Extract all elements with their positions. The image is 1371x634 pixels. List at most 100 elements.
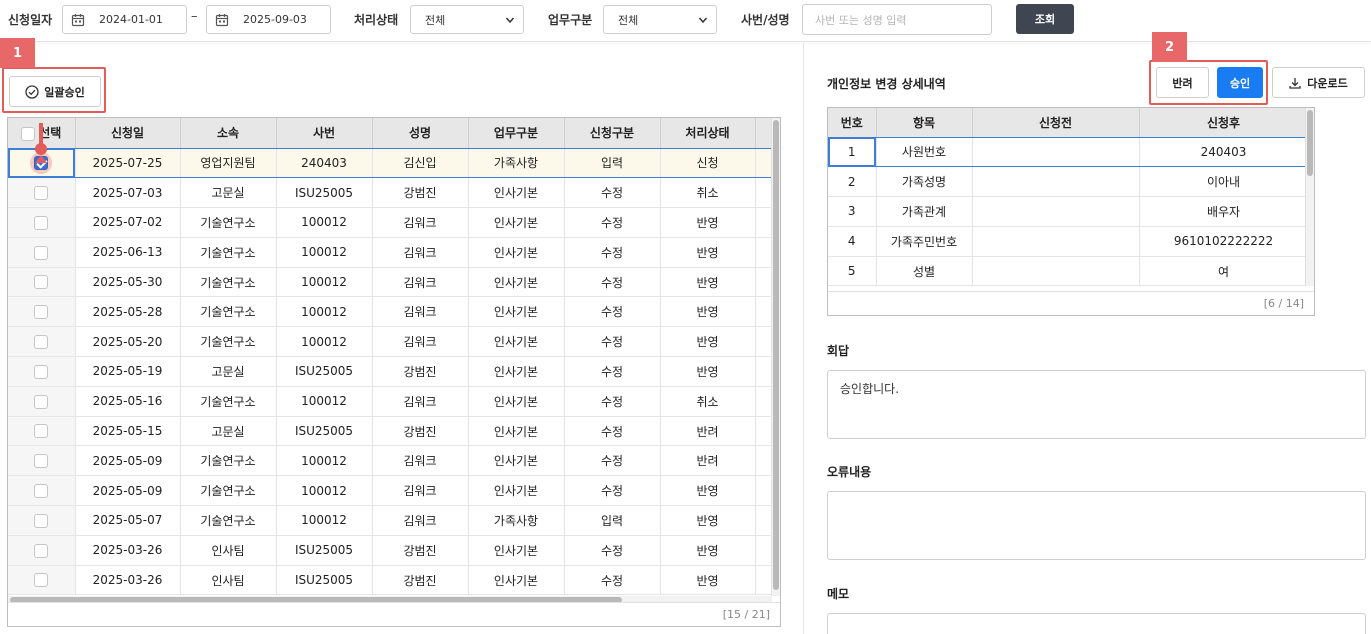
- cell-select[interactable]: [8, 326, 76, 358]
- reject-button[interactable]: 반려: [1156, 67, 1209, 98]
- table-row[interactable]: 2025-07-02 기술연구소 100012 김워크 인사기본 수정 반영: [8, 207, 779, 238]
- row-checkbox[interactable]: [34, 513, 49, 528]
- row-checkbox[interactable]: [34, 245, 49, 260]
- scroll-thumb[interactable]: [1307, 110, 1313, 176]
- status-select[interactable]: 전체: [410, 5, 524, 34]
- header-status[interactable]: 처리상태: [660, 118, 756, 149]
- cell-select[interactable]: [8, 386, 76, 417]
- cell-name: 김워크: [372, 207, 469, 238]
- header-no[interactable]: 번호: [828, 108, 877, 138]
- cell-date: 2025-05-16: [75, 386, 181, 417]
- row-checkbox[interactable]: [34, 424, 49, 439]
- table-row[interactable]: 2025-05-15 고문실 ISU25005 강범진 인사기본 수정 반려: [8, 416, 779, 447]
- header-date[interactable]: 신청일: [75, 118, 181, 149]
- cell-select[interactable]: [8, 505, 76, 536]
- cell-select[interactable]: [8, 237, 76, 268]
- cell-select[interactable]: [8, 296, 76, 328]
- header-after[interactable]: 신청후: [1139, 108, 1309, 138]
- header-name[interactable]: 성명: [372, 118, 469, 149]
- cell-date: 2025-06-13: [75, 237, 181, 268]
- table-row[interactable]: 2025-05-28 기술연구소 100012 김워크 인사기본 수정 반영: [8, 296, 779, 328]
- table-row[interactable]: 2 가족성명 이아내: [828, 166, 1309, 198]
- select-all-checkbox[interactable]: [21, 126, 36, 141]
- row-checkbox[interactable]: [34, 543, 49, 558]
- reply-textarea[interactable]: 승인합니다.: [827, 370, 1366, 439]
- cell-date: 2025-05-28: [75, 296, 181, 328]
- cell-status: 반영: [660, 207, 756, 238]
- table-row[interactable]: 2025-06-13 기술연구소 100012 김워크 인사기본 수정 반영: [8, 237, 779, 268]
- table-row[interactable]: 2025-05-19 고문실 ISU25005 강범진 인사기본 수정 반영: [8, 356, 779, 387]
- header-type[interactable]: 신청구분: [564, 118, 661, 149]
- table-row[interactable]: 4 가족주민번호 9610102222222: [828, 226, 1309, 257]
- row-checkbox[interactable]: [34, 305, 49, 320]
- table-row[interactable]: 2025-05-16 기술연구소 100012 김워크 인사기본 수정 취소: [8, 386, 779, 417]
- row-checkbox[interactable]: [34, 454, 49, 469]
- memo-textarea[interactable]: [827, 613, 1366, 634]
- row-checkbox[interactable]: [34, 275, 49, 290]
- cell-select[interactable]: [8, 416, 76, 447]
- date-from-value: 2024-01-01: [99, 13, 163, 26]
- cell-name: 김워크: [372, 326, 469, 358]
- cell-no: 4: [828, 226, 877, 257]
- header-work[interactable]: 업무구분: [468, 118, 565, 149]
- table-row[interactable]: 2025-05-30 기술연구소 100012 김워크 인사기본 수정 반영: [8, 267, 779, 298]
- download-button[interactable]: 다운로드: [1272, 67, 1365, 98]
- date-to-field[interactable]: 2025-09-03: [206, 5, 331, 34]
- cell-status: 반영: [660, 475, 756, 507]
- row-checkbox[interactable]: [34, 364, 49, 379]
- scroll-thumb[interactable]: [773, 120, 779, 590]
- header-before[interactable]: 신청전: [972, 108, 1140, 138]
- bulk-approve-button[interactable]: 일괄승인: [9, 76, 101, 107]
- grid-vertical-scrollbar[interactable]: [771, 118, 780, 596]
- cell-after: 240403: [1139, 137, 1309, 168]
- cell-work: 인사기본: [468, 475, 565, 507]
- emp-search-input[interactable]: 사번 또는 성명 입력: [802, 4, 992, 35]
- cell-select[interactable]: [8, 267, 76, 298]
- row-checkbox[interactable]: [34, 334, 49, 349]
- table-row[interactable]: 2025-05-07 기술연구소 100012 김워크 가족사항 입력 반영: [8, 505, 779, 536]
- table-row[interactable]: 2025-07-25 영업지원팀 240403 김신입 가족사항 입력 신청: [8, 148, 779, 179]
- row-checkbox[interactable]: [34, 185, 49, 200]
- cell-type: 수정: [564, 386, 661, 417]
- header-item[interactable]: 항목: [876, 108, 973, 138]
- table-row[interactable]: 2025-07-03 고문실 ISU25005 강범진 인사기본 수정 취소: [8, 177, 779, 209]
- cell-emp-no: 100012: [276, 296, 373, 328]
- row-checkbox[interactable]: [34, 215, 49, 230]
- cell-dept: 기술연구소: [180, 326, 277, 358]
- header-emp-no[interactable]: 사번: [276, 118, 373, 149]
- row-checkbox[interactable]: [34, 483, 49, 498]
- cell-type: 수정: [564, 416, 661, 447]
- date-to-value: 2025-09-03: [243, 13, 307, 26]
- cell-no: 1: [828, 137, 877, 168]
- table-row[interactable]: 2025-05-09 기술연구소 100012 김워크 인사기본 수정 반영: [8, 475, 779, 507]
- work-select[interactable]: 전체: [603, 5, 717, 34]
- cell-select[interactable]: [8, 475, 76, 507]
- table-row[interactable]: 2025-03-26 인사팀 ISU25005 강범진 인사기본 수정 반영: [8, 535, 779, 566]
- cell-select[interactable]: [8, 565, 76, 596]
- approve-button[interactable]: 승인: [1217, 67, 1263, 98]
- header-dept[interactable]: 소속: [180, 118, 277, 149]
- cell-work: 가족사항: [468, 505, 565, 536]
- cell-select[interactable]: [8, 535, 76, 566]
- cell-before: [972, 226, 1140, 257]
- row-checkbox[interactable]: [34, 394, 49, 409]
- cell-name: 김워크: [372, 475, 469, 507]
- date-from-field[interactable]: 2024-01-01: [62, 5, 187, 34]
- cell-select[interactable]: [8, 177, 76, 209]
- table-row[interactable]: 1 사원번호 240403: [828, 137, 1309, 168]
- cell-date: 2025-05-30: [75, 267, 181, 298]
- cell-select[interactable]: [8, 445, 76, 477]
- table-row[interactable]: 5 성별 여: [828, 256, 1309, 287]
- table-row[interactable]: 3 가족관계 배우자: [828, 196, 1309, 227]
- table-row[interactable]: 2025-05-09 기술연구소 100012 김워크 인사기본 수정 반려: [8, 445, 779, 477]
- cell-select[interactable]: [8, 356, 76, 387]
- table-row[interactable]: 2025-05-20 기술연구소 100012 김워크 인사기본 수정 반영: [8, 326, 779, 358]
- table-row[interactable]: 2025-03-26 인사팀 ISU25005 강범진 인사기본 수정 반영: [8, 565, 779, 596]
- detail-vertical-scrollbar[interactable]: [1305, 108, 1314, 286]
- cell-select[interactable]: [8, 207, 76, 238]
- cell-work: 인사기본: [468, 356, 565, 387]
- search-button[interactable]: 조회: [1016, 4, 1074, 34]
- row-checkbox[interactable]: [34, 573, 49, 588]
- grid-row-count: [15 / 21]: [8, 602, 780, 626]
- error-textarea[interactable]: [827, 491, 1366, 560]
